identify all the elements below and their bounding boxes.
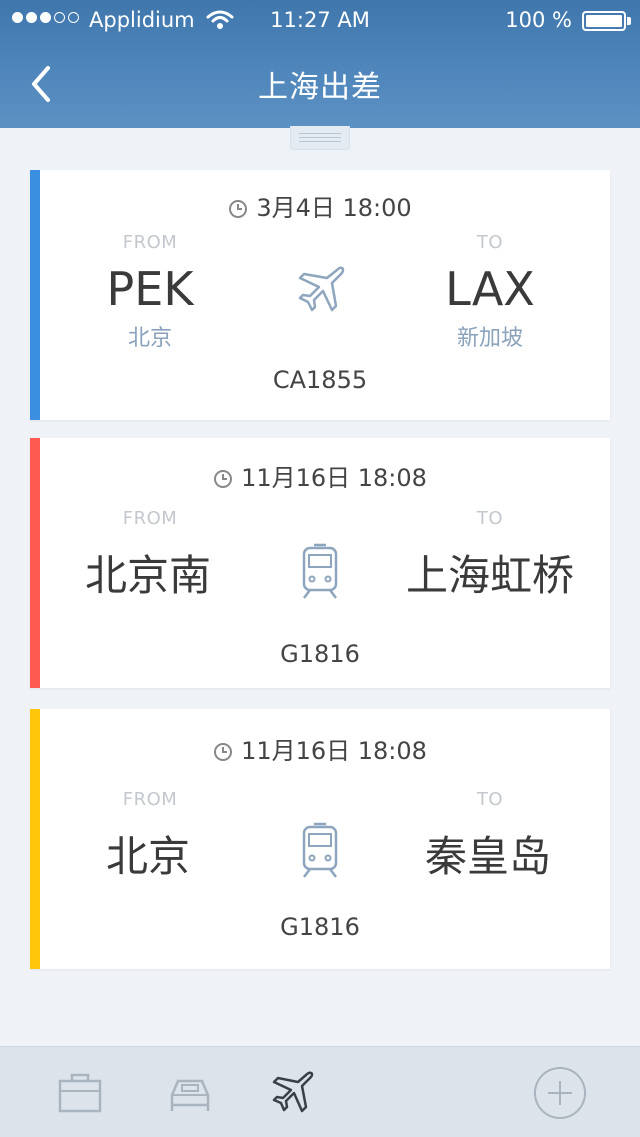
plus-icon[interactable] (532, 1065, 588, 1121)
train-number: G1816 (280, 640, 360, 668)
plane-icon (298, 266, 345, 312)
from-label: FROM (122, 508, 178, 529)
destination-city: 新加坡 (456, 326, 523, 351)
departure-datetime: 11月16日 18:08 (241, 464, 427, 492)
train-icon (302, 822, 338, 878)
origin-station: 北京 (105, 832, 190, 881)
origin-station: 北京南 (84, 551, 211, 600)
battery-percentage: 100 % (505, 8, 572, 32)
origin-city: 北京 (127, 326, 172, 351)
trip-card-flight[interactable]: 3月4日 18:00 FROM TO PEK LAX 北京 新加坡 CA1855 (30, 170, 610, 420)
clock-icon (214, 743, 233, 761)
battery-icon (582, 11, 626, 31)
departure-datetime: 3月4日 18:00 (256, 194, 412, 222)
departure-datetime: 11月16日 18:08 (241, 737, 427, 765)
destination-station: 秦皇岛 (424, 832, 551, 881)
tab-bar (0, 1046, 640, 1137)
clock-icon (229, 200, 248, 218)
to-label: TO (476, 789, 504, 810)
train-number: G1816 (280, 913, 360, 941)
pull-handle[interactable] (290, 126, 350, 150)
to-label: TO (476, 232, 504, 253)
destination-station: 上海虹桥 (405, 551, 574, 600)
from-label: FROM (122, 232, 178, 253)
briefcase-icon[interactable] (52, 1065, 108, 1121)
bed-icon[interactable] (162, 1065, 218, 1121)
flight-number: CA1855 (272, 366, 368, 394)
destination-code: LAX (445, 262, 535, 316)
status-bar: Applidium 11:27 AM 100 % (0, 0, 640, 42)
trip-card-train[interactable]: 11月16日 18:08 FROM TO 北京南 上海虹桥 G1816 (30, 438, 610, 688)
page-title: 上海出差 (258, 70, 382, 105)
from-label: FROM (122, 789, 178, 810)
nav-header: Applidium 11:27 AM 100 % 上海出差 (0, 0, 640, 128)
train-icon (302, 543, 338, 599)
clock-icon (214, 470, 233, 488)
plane-icon[interactable] (264, 1065, 320, 1121)
origin-code: PEK (106, 262, 194, 316)
trip-card-train[interactable]: 11月16日 18:08 FROM TO 北京 秦皇岛 G1816 (30, 709, 610, 969)
to-label: TO (476, 508, 504, 529)
